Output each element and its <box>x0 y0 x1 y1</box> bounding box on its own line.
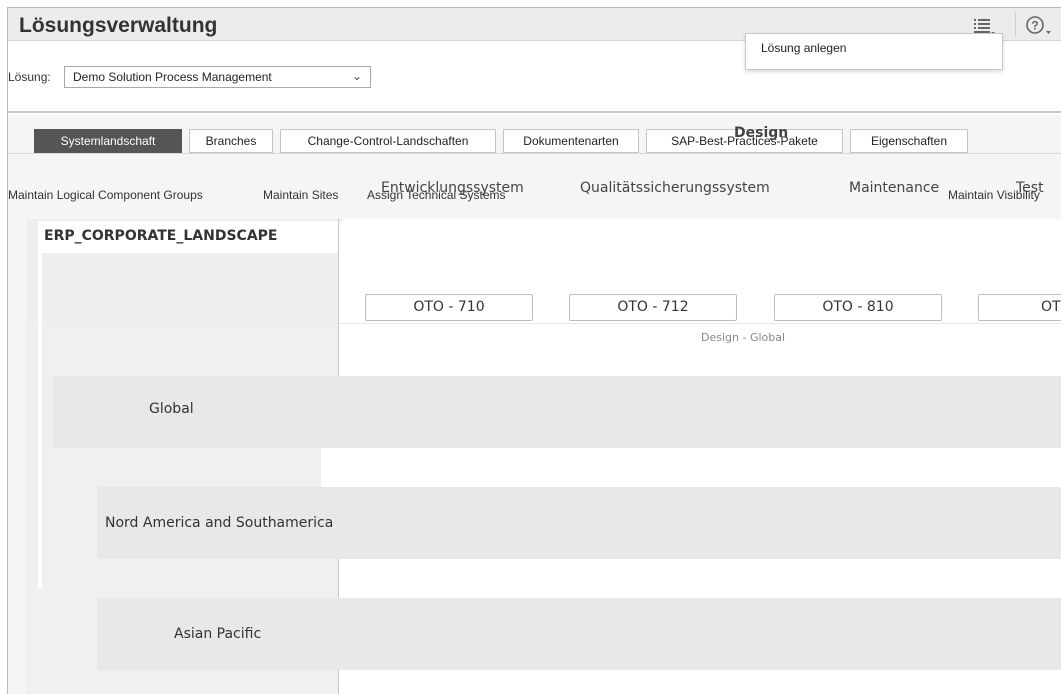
solution-select[interactable]: Demo Solution Process Management ⌄ <box>64 66 371 88</box>
tab-systemlandschaft[interactable]: Systemlandschaft <box>34 129 182 153</box>
maintain-groups-link[interactable]: Maintain Logical Component Groups <box>8 188 203 202</box>
phase-header: Design <box>734 125 789 141</box>
tab-bar: Systemlandschaft Branches Change-Control… <box>34 129 975 153</box>
solution-select-value: Demo Solution Process Management <box>73 70 272 84</box>
solution-label: Lösung: <box>8 70 51 84</box>
system-box[interactable]: OTO - 810 <box>774 294 942 321</box>
page-title: Lösungsverwaltung <box>19 14 218 37</box>
site-label-asia: Asian Pacific <box>174 626 262 642</box>
column-header-qa: Qualitätssicherungssystem <box>580 180 770 196</box>
tab-branches[interactable]: Branches <box>189 129 273 153</box>
tab-eigenschaften[interactable]: Eigenschaften <box>850 129 968 153</box>
group-label: Design - Global <box>701 331 786 344</box>
tab-change-control[interactable]: Change-Control-Landschaften <box>280 129 496 153</box>
site-row-global <box>53 376 1061 448</box>
header-divider <box>1015 12 1016 37</box>
site-label-global: Global <box>149 401 194 417</box>
landscape-border <box>38 221 42 588</box>
svg-text:?: ? <box>1031 19 1038 33</box>
column-header-dev: Entwicklungssystem <box>381 180 524 196</box>
header-menu-popup: Lösung anlegen <box>745 33 1003 70</box>
tab-underline <box>8 153 1061 154</box>
column-header-maintenance: Maintenance <box>849 180 940 196</box>
tab-dokumentenarten[interactable]: Dokumentenarten <box>503 129 639 153</box>
system-box[interactable]: OTO - 710 <box>365 294 533 321</box>
landscape-name: ERP_CORPORATE_LANDSCAPE <box>38 221 338 253</box>
app-window: Lösungsverwaltung ? Lösung anlegen Lösun… <box>7 7 1061 694</box>
system-box[interactable]: OTO - 712 <box>569 294 737 321</box>
help-icon[interactable]: ? <box>1024 14 1054 36</box>
maintain-sites-link[interactable]: Maintain Sites <box>263 188 338 202</box>
row-gap <box>321 448 1061 488</box>
column-header-test: Test <box>1016 180 1044 196</box>
site-label-america: Nord America and Southamerica <box>105 515 334 531</box>
system-box[interactable]: OT <box>978 294 1061 321</box>
menu-item-create-solution[interactable]: Lösung anlegen <box>761 41 846 55</box>
chevron-down-icon: ⌄ <box>351 69 362 83</box>
